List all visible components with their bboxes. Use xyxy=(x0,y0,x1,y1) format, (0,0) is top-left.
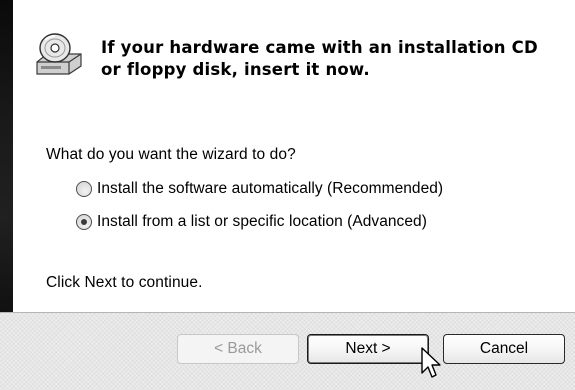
wizard-content-panel: If your hardware came with an installati… xyxy=(13,0,575,312)
option-label: Install the software automatically (Reco… xyxy=(97,180,444,197)
next-button[interactable]: Next > xyxy=(307,334,429,364)
cd-drive-icon xyxy=(36,33,82,75)
radio-unchecked-icon[interactable] xyxy=(76,181,92,197)
hardware-wizard-window: If your hardware came with an installati… xyxy=(0,0,575,390)
wizard-question: What do you want the wizard to do? xyxy=(46,146,296,163)
back-button[interactable]: < Back xyxy=(177,334,299,364)
wizard-side-banner xyxy=(0,0,13,312)
header-line-2: or floppy disk, insert it now. xyxy=(101,60,370,79)
mouse-pointer-icon xyxy=(421,347,441,378)
option-install-from-list[interactable]: Install from a list or specific location… xyxy=(76,211,427,233)
option-label: Install from a list or specific location… xyxy=(97,213,427,230)
wizard-header-text: If your hardware came with an installati… xyxy=(101,37,571,81)
continue-instruction: Click Next to continue. xyxy=(46,274,203,291)
cancel-button[interactable]: Cancel xyxy=(443,334,565,364)
header-line-1: If your hardware came with an installati… xyxy=(101,38,538,57)
radio-checked-icon[interactable] xyxy=(76,214,92,230)
option-install-automatically[interactable]: Install the software automatically (Reco… xyxy=(76,178,443,200)
